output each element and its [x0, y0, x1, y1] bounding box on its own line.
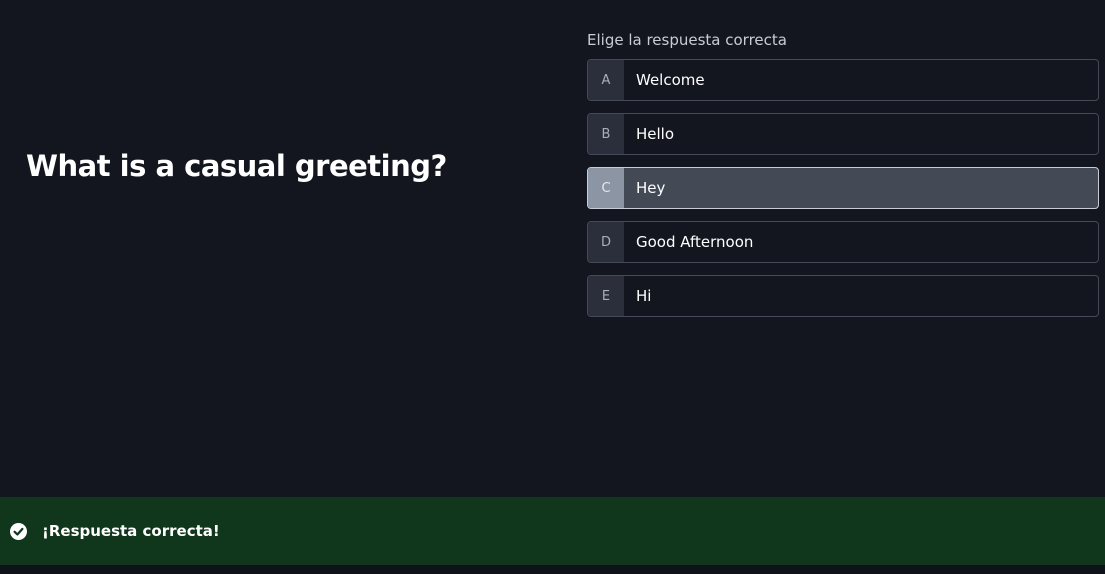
bottom-strip	[0, 565, 1105, 574]
feedback-message: ¡Respuesta correcta!	[42, 522, 220, 540]
option-d[interactable]: D Good Afternoon	[587, 221, 1099, 263]
option-letter: E	[588, 276, 624, 316]
option-label: Welcome	[636, 71, 705, 89]
option-a[interactable]: A Welcome	[587, 59, 1099, 101]
option-b[interactable]: B Hello	[587, 113, 1099, 155]
answer-options-panel: Elige la respuesta correcta A Welcome B …	[587, 28, 1099, 329]
option-label: Hi	[636, 287, 652, 305]
option-label: Hey	[636, 179, 666, 197]
instruction-text: Elige la respuesta correcta	[587, 31, 787, 49]
question-text: What is a casual greeting?	[26, 149, 447, 183]
option-e[interactable]: E Hi	[587, 275, 1099, 317]
option-letter: D	[588, 222, 624, 262]
check-circle-icon	[10, 522, 27, 540]
option-letter: A	[588, 60, 624, 100]
option-label: Hello	[636, 125, 675, 143]
option-letter: C	[588, 168, 624, 208]
option-label: Good Afternoon	[636, 233, 754, 251]
option-letter: B	[588, 114, 624, 154]
feedback-banner: ¡Respuesta correcta!	[0, 497, 1105, 565]
option-c[interactable]: C Hey	[587, 167, 1099, 209]
